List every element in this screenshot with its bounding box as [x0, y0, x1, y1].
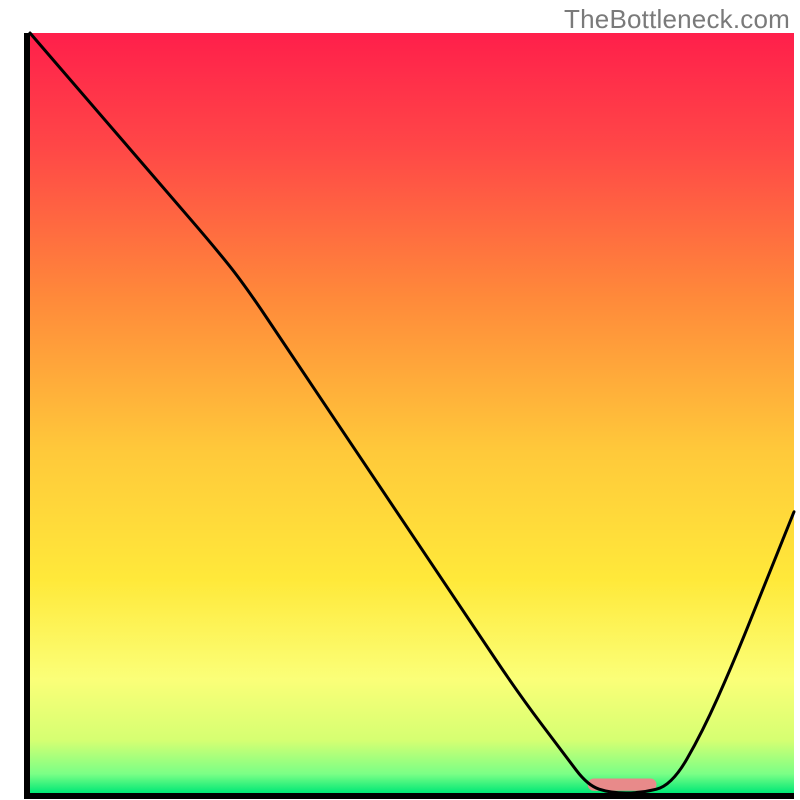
chart-canvas	[0, 0, 800, 800]
plot-background	[30, 33, 794, 793]
bottleneck-chart: TheBottleneck.com	[0, 0, 800, 800]
